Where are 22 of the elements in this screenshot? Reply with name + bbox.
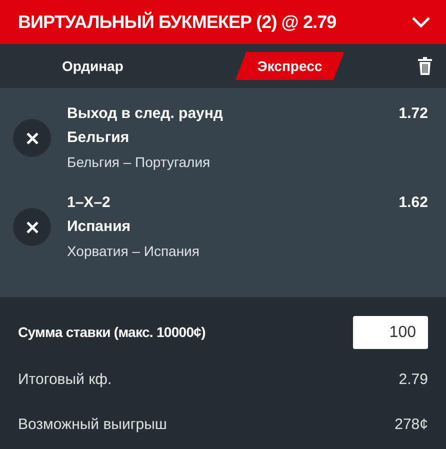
selection-name: Испания: [67, 217, 132, 237]
close-icon: [26, 132, 38, 144]
market-name: 1–X–2: [67, 193, 112, 213]
summary-label: Итоговый кф.: [18, 370, 112, 390]
summary-value: 2.79: [398, 370, 428, 390]
stake-label: Сумма ставки (макс. 10000¢): [18, 323, 206, 342]
stake-field[interactable]: 100: [353, 316, 428, 349]
market-name: Выход в след. раунд: [67, 104, 224, 124]
match-name: Бельгия – Португалия: [67, 153, 212, 172]
trash-icon[interactable]: [418, 57, 434, 75]
summary-label: Возможный выигрыш: [18, 415, 167, 436]
summary-value: 278¢: [394, 415, 428, 436]
close-icon: [26, 220, 38, 234]
tab[interactable]: Ординар: [40, 52, 146, 80]
remove-button[interactable]: [13, 119, 51, 157]
header-title: ВИРТУАЛЬНЫЙ БУКМЕКЕР (2) @ 2.79: [18, 10, 336, 34]
tab[interactable]: Экспресс: [235, 52, 344, 80]
remove-button[interactable]: [13, 208, 51, 246]
odds-value: 1.62: [398, 193, 428, 213]
selection-name: Бельгия: [67, 128, 130, 148]
match-name: Хорватия – Испания: [67, 242, 200, 261]
odds-value: 1.72: [398, 104, 428, 124]
